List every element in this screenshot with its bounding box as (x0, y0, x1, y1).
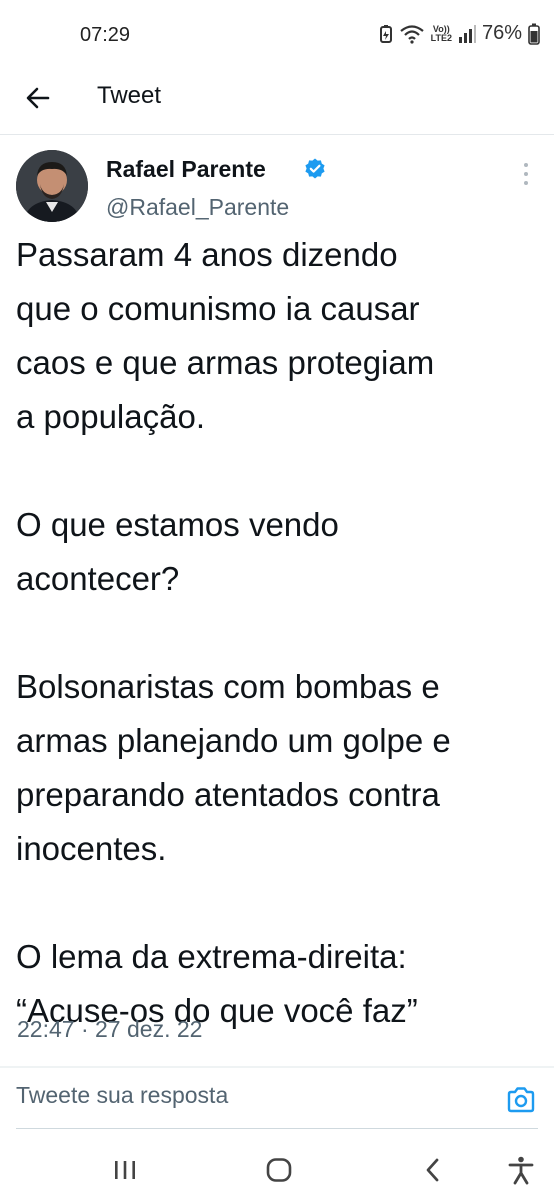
battery-saver-icon (379, 24, 392, 43)
status-icons: Vo)) LTE2 76% (379, 22, 540, 45)
avatar[interactable] (16, 150, 88, 222)
verified-badge-icon (305, 158, 325, 179)
author-handle[interactable]: @Rafael_Parente (106, 194, 289, 221)
camera-icon[interactable] (506, 1086, 536, 1114)
arrow-left-icon[interactable] (22, 82, 54, 114)
more-options-icon[interactable] (518, 160, 534, 188)
recent-apps-icon[interactable] (110, 1155, 140, 1185)
nav-back-icon[interactable] (418, 1155, 448, 1185)
tweet-timestamp[interactable]: 22:47 · 27 dez. 22 (17, 1016, 202, 1043)
status-time: 07:29 (80, 24, 131, 46)
battery-percent: 76% (481, 22, 522, 44)
battery-icon (528, 23, 540, 45)
signal-icon (458, 24, 476, 43)
reply-underline (16, 1128, 538, 1129)
accessibility-icon[interactable] (506, 1155, 536, 1185)
meta-separator: · (80, 1016, 89, 1042)
reply-divider (0, 1066, 554, 1068)
author-name[interactable]: Rafael Parente (106, 156, 266, 183)
reply-input[interactable] (16, 1082, 486, 1109)
tweet-date: 27 dez. 22 (95, 1016, 203, 1042)
avatar-image (16, 150, 88, 222)
tweet-time: 22:47 (17, 1016, 75, 1042)
tweet-text: Passaram 4 anos dizendo que o comunismo … (16, 236, 451, 1029)
wifi-icon (399, 24, 424, 44)
page-title: Tweet (97, 82, 162, 109)
network-type-label: Vo)) LTE2 (430, 23, 452, 43)
header-divider (0, 134, 554, 135)
home-icon[interactable] (264, 1155, 294, 1185)
